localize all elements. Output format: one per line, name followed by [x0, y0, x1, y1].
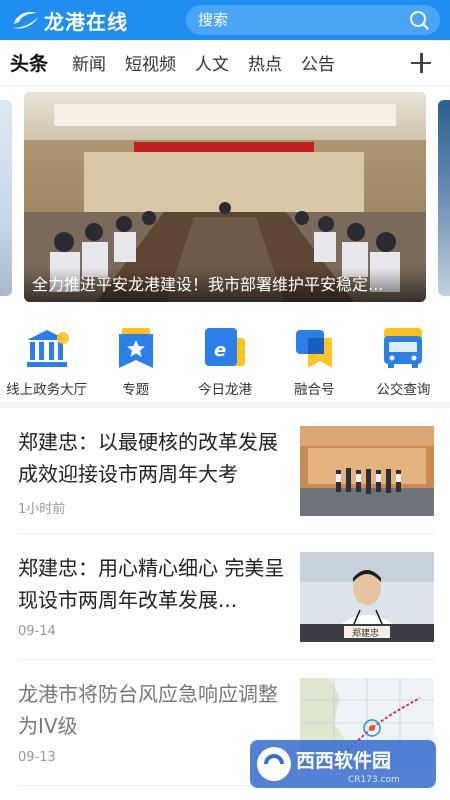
news-time: 1小时前 — [18, 502, 66, 517]
carousel-caption[interactable]: 全力推进平安龙港建设！我市部署维护平安稳定... — [24, 268, 426, 302]
news-title[interactable]: 郑建忠：用心精心细心 完美呈现设市两周年改革发展... — [18, 552, 288, 616]
list-item[interactable]: 郑建忠：用心精心细心 完美呈现设市两周年改革发展... 09-14 郑建忠 — [18, 534, 434, 660]
search-bar[interactable] — [186, 5, 440, 35]
quick-item-fusion-account[interactable]: 融合号 — [270, 316, 359, 402]
tab-hot[interactable]: 热点 — [248, 50, 282, 75]
previous-slide-preview[interactable] — [0, 100, 12, 296]
quick-label: 今日龙港 — [198, 382, 252, 398]
carousel-slide[interactable]: 全力推进平安龙港建设！我市部署维护平安稳定... — [24, 92, 426, 302]
list-item[interactable]: 郑建忠：以最硬核的改革发展成效迎接设市两周年大考 1小时前 — [18, 408, 434, 534]
quick-actions: 线上政务大厅 专题 e 今日龙港 融合号 公交查询 — [0, 316, 450, 408]
tab-notice[interactable]: 公告 — [301, 50, 335, 75]
search-input[interactable] — [198, 11, 408, 29]
quick-item-today-longgang[interactable]: e 今日龙港 — [180, 316, 269, 402]
app-logo: 龙港在线 — [10, 6, 180, 35]
bus-icon — [384, 328, 423, 368]
site-watermark: 西西软件园 CR173.com — [250, 740, 436, 788]
topic-star-icon — [118, 328, 153, 368]
watermark-text: 西西软件园 — [296, 749, 391, 772]
news-thumbnail[interactable]: 郑建忠 — [300, 552, 434, 642]
tab-culture[interactable]: 人文 — [195, 50, 229, 75]
quick-label: 专题 — [122, 382, 150, 398]
watermark-url: CR173.com — [348, 775, 400, 785]
quick-item-government-hall[interactable]: 线上政务大厅 — [2, 316, 91, 402]
quick-label: 线上政务大厅 — [6, 382, 88, 398]
name-plate-text: 郑建忠 — [352, 627, 379, 639]
logo-icon — [13, 12, 38, 29]
tab-short-video[interactable]: 短视频 — [125, 50, 176, 75]
search-icon[interactable] — [408, 9, 430, 31]
tab-news[interactable]: 新闻 — [72, 50, 106, 75]
app-name: 龙港在线 — [44, 9, 128, 34]
svg-text:e: e — [214, 340, 226, 361]
fusion-account-icon — [296, 330, 333, 368]
government-hall-icon — [26, 330, 69, 367]
top-bar: 龙港在线 — [0, 0, 450, 40]
quick-label: 公交查询 — [376, 382, 431, 398]
news-text: 郑建忠：以最硬核的改革发展成效迎接设市两周年大考 1小时前 — [18, 426, 300, 533]
news-text: 郑建忠：用心精心细心 完美呈现设市两周年改革发展... 09-14 — [18, 552, 300, 659]
news-list: 郑建忠：以最硬核的改革发展成效迎接设市两周年大考 1小时前 郑建忠：用心精心细心 — [0, 408, 450, 786]
headline-carousel[interactable]: 全力推进平安龙港建设！我市部署维护平安稳定... — [0, 92, 450, 312]
news-title[interactable]: 龙港市将防台风应急响应调整为IV级 — [18, 678, 288, 742]
tab-headlines[interactable]: 头条 — [10, 49, 48, 76]
next-slide-preview[interactable] — [438, 100, 450, 296]
quick-item-topics[interactable]: 专题 — [91, 316, 180, 402]
news-thumbnail[interactable] — [300, 426, 434, 516]
quick-label: 融合号 — [293, 382, 335, 398]
app-screen: 龙港在线 头条 新闻 短视频 人文 热点 公告 — [0, 0, 450, 800]
news-title[interactable]: 郑建忠：以最硬核的改革发展成效迎接设市两周年大考 — [18, 426, 288, 490]
channel-tabs: 头条 新闻 短视频 人文 热点 公告 — [0, 40, 450, 86]
add-channel-icon[interactable] — [410, 52, 432, 74]
news-time: 09-13 — [18, 750, 56, 765]
quick-item-bus-query[interactable]: 公交查询 — [359, 316, 448, 402]
news-time: 09-14 — [18, 624, 56, 639]
today-longgang-icon: e — [205, 328, 245, 366]
